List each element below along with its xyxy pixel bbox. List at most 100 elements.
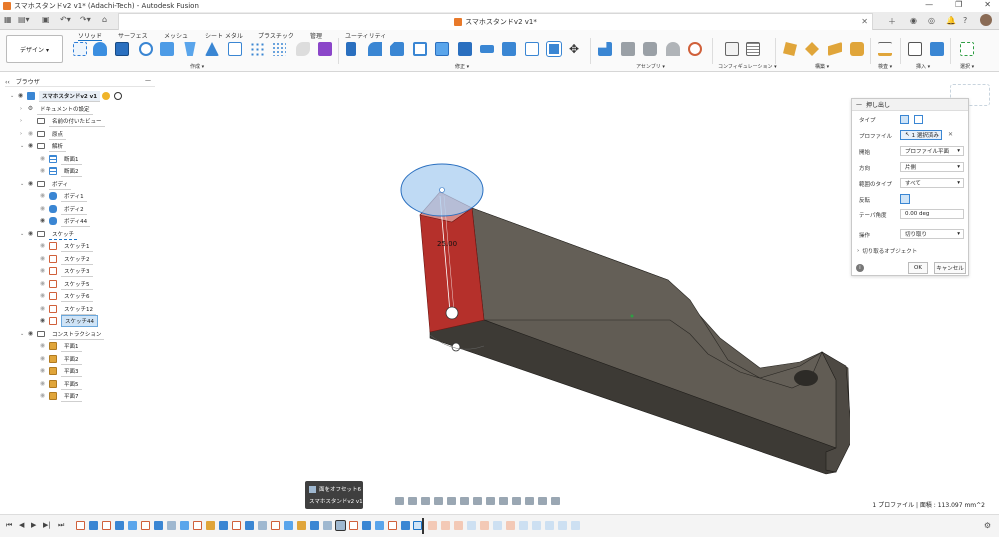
rib-icon[interactable] [205,42,219,56]
hidden-eye-icon[interactable]: ◉ [38,381,47,387]
move-copy-icon[interactable]: ✥ [569,42,583,56]
pattern-icon[interactable] [250,42,264,56]
timeline-sketch-feature[interactable] [271,521,280,530]
select-icon[interactable] [960,42,974,56]
create-sketch-icon[interactable] [73,42,87,56]
tree-item-plane7[interactable]: ◉ 平面7 [38,390,82,402]
tree-item-sketch12[interactable]: ◉ スケッチ12 [38,303,96,315]
timeline-suppressed-feature[interactable] [454,521,463,530]
timeline-offset-feature[interactable] [258,521,267,530]
extrude-dialog-header[interactable]: — 押し出し [852,99,968,111]
press-pull-icon[interactable] [346,42,356,56]
undo-icon[interactable]: ↶▾ [60,15,71,24]
plane-at-angle-icon[interactable] [805,42,819,56]
timeline-extrude-feature[interactable] [401,521,410,530]
hidden-eye-icon[interactable]: ◉ [38,156,47,162]
timeline-sketch-feature[interactable] [193,521,202,530]
component-filter-icon[interactable] [551,497,560,505]
mirror-icon[interactable] [272,42,286,56]
timeline-suppressed-feature[interactable] [441,521,450,530]
look-at-icon[interactable] [408,497,417,505]
tab-manage[interactable]: 管理 [310,31,322,40]
save-icon[interactable]: ▣ [42,15,50,24]
group-modify-label[interactable]: 修正 ▾ [455,63,469,70]
midplane-icon[interactable] [850,42,864,56]
tree-item-section1[interactable]: ◉ 断面1 [38,153,82,165]
hidden-eye-icon[interactable]: ◉ [38,268,47,274]
timeline-suppressed-feature[interactable] [545,521,554,530]
tangent-plane-icon[interactable] [828,42,842,56]
timeline-marker[interactable] [422,518,424,534]
loft-icon[interactable] [184,42,196,56]
job-status-icon[interactable]: ◎ [928,16,935,25]
close-window-button[interactable]: ✕ [984,0,991,9]
body-filter-icon[interactable] [512,497,521,505]
hidden-eye-icon[interactable]: ◉ [26,131,35,137]
timeline-settings-gear-icon[interactable]: ⚙ [984,521,991,530]
timeline-plane-feature[interactable] [297,521,306,530]
tree-item-document-settings[interactable]: › ⚙ ドキュメントの設定 [20,103,93,115]
hidden-eye-icon[interactable]: ◉ [38,168,47,174]
hidden-eye-icon[interactable]: ◉ [38,281,47,287]
tree-item-plane2[interactable]: ◉ 平面2 [38,353,82,365]
configuration-icon[interactable] [725,42,739,56]
timeline-suppressed-feature[interactable] [532,521,541,530]
group-create-label[interactable]: 作成 ▾ [190,63,204,70]
maximize-button[interactable]: ❐ [955,0,962,9]
tree-item-body1[interactable]: ◉ ボディ1 [38,190,87,202]
face-filter-icon[interactable] [525,497,534,505]
timeline-suppressed-feature[interactable] [467,521,476,530]
timeline-fillet-feature[interactable] [128,521,137,530]
viewports-icon[interactable] [486,497,495,505]
visibility-eye-icon[interactable]: ◉ [26,231,35,237]
close-tab-icon[interactable]: ✕ [861,17,868,26]
zoom-icon[interactable] [434,497,443,505]
tree-item-sketch3[interactable]: ◉ スケッチ3 [38,265,93,277]
hook-tip[interactable] [794,370,818,386]
step-back-icon[interactable]: ◀ [19,521,24,529]
hidden-eye-icon[interactable]: ◉ [38,356,47,362]
flip-direction-icon[interactable] [900,194,910,204]
insert-derive-icon[interactable] [908,42,922,56]
avatar[interactable] [980,14,992,26]
fit-icon[interactable] [447,497,456,505]
timeline-suppressed-feature[interactable] [480,521,489,530]
tree-item-sketch5[interactable]: ◉ スケッチ5 [38,278,93,290]
config-table-icon[interactable] [746,42,760,56]
extrude-type-thin-icon[interactable] [914,115,923,124]
timeline-sketch-feature[interactable] [76,521,85,530]
revolve-icon[interactable] [139,42,153,56]
hidden-eye-icon[interactable]: ◉ [38,343,47,349]
taper-angle-manipulator-icon[interactable] [451,342,461,352]
as-built-joint-icon[interactable] [643,42,657,56]
group-inspect-label[interactable]: 検査 ▾ [878,63,892,70]
extensions-icon[interactable]: ◉ [910,16,917,25]
hidden-eye-icon[interactable]: ◉ [38,206,47,212]
tree-item-named-views[interactable]: › 名前の付いたビュー [20,115,105,127]
tab-mesh[interactable]: メッシュ [164,31,188,40]
new-tab-icon[interactable]: ＋ [888,16,896,27]
file-menu-icon[interactable]: ▤▾ [18,15,30,24]
tree-item-sketch6[interactable]: ◉ スケッチ6 [38,290,93,302]
tab-solid[interactable]: ソリッド [78,31,103,41]
tab-sheet-metal[interactable]: シート メタル [205,31,243,40]
hidden-eye-icon[interactable]: ◉ [38,243,47,249]
timeline-suppressed-feature[interactable] [519,521,528,530]
timeline-sketch-feature[interactable] [102,521,111,530]
tree-item-plane5[interactable]: ◉ 平面5 [38,378,82,390]
new-component-icon[interactable] [598,42,612,56]
extrude-type-solid-icon[interactable] [900,115,909,124]
visibility-eye-icon[interactable]: ◉ [26,143,35,149]
group-configuration-label[interactable]: コンフィギュレーション ▾ [718,63,777,70]
joint-icon[interactable] [621,42,635,56]
display-settings-icon[interactable] [460,497,469,505]
clear-selection-icon[interactable]: ✕ [948,131,953,138]
tree-item-origin[interactable]: › ◉ 原点 [20,128,67,140]
tree-item-sketch1[interactable]: ◉ スケッチ1 [38,240,93,252]
objects-to-cut-section[interactable]: › 切り取るオブジェクト [857,245,917,256]
timeline-suppressed-feature[interactable] [571,521,580,530]
workspace-switcher-button[interactable]: デザイン ▾ [6,35,63,63]
tab-utilities[interactable]: ユーティリティ [345,31,386,40]
extrude-manipulator-arrow-icon[interactable] [445,306,459,320]
sweep-icon[interactable] [160,42,174,56]
